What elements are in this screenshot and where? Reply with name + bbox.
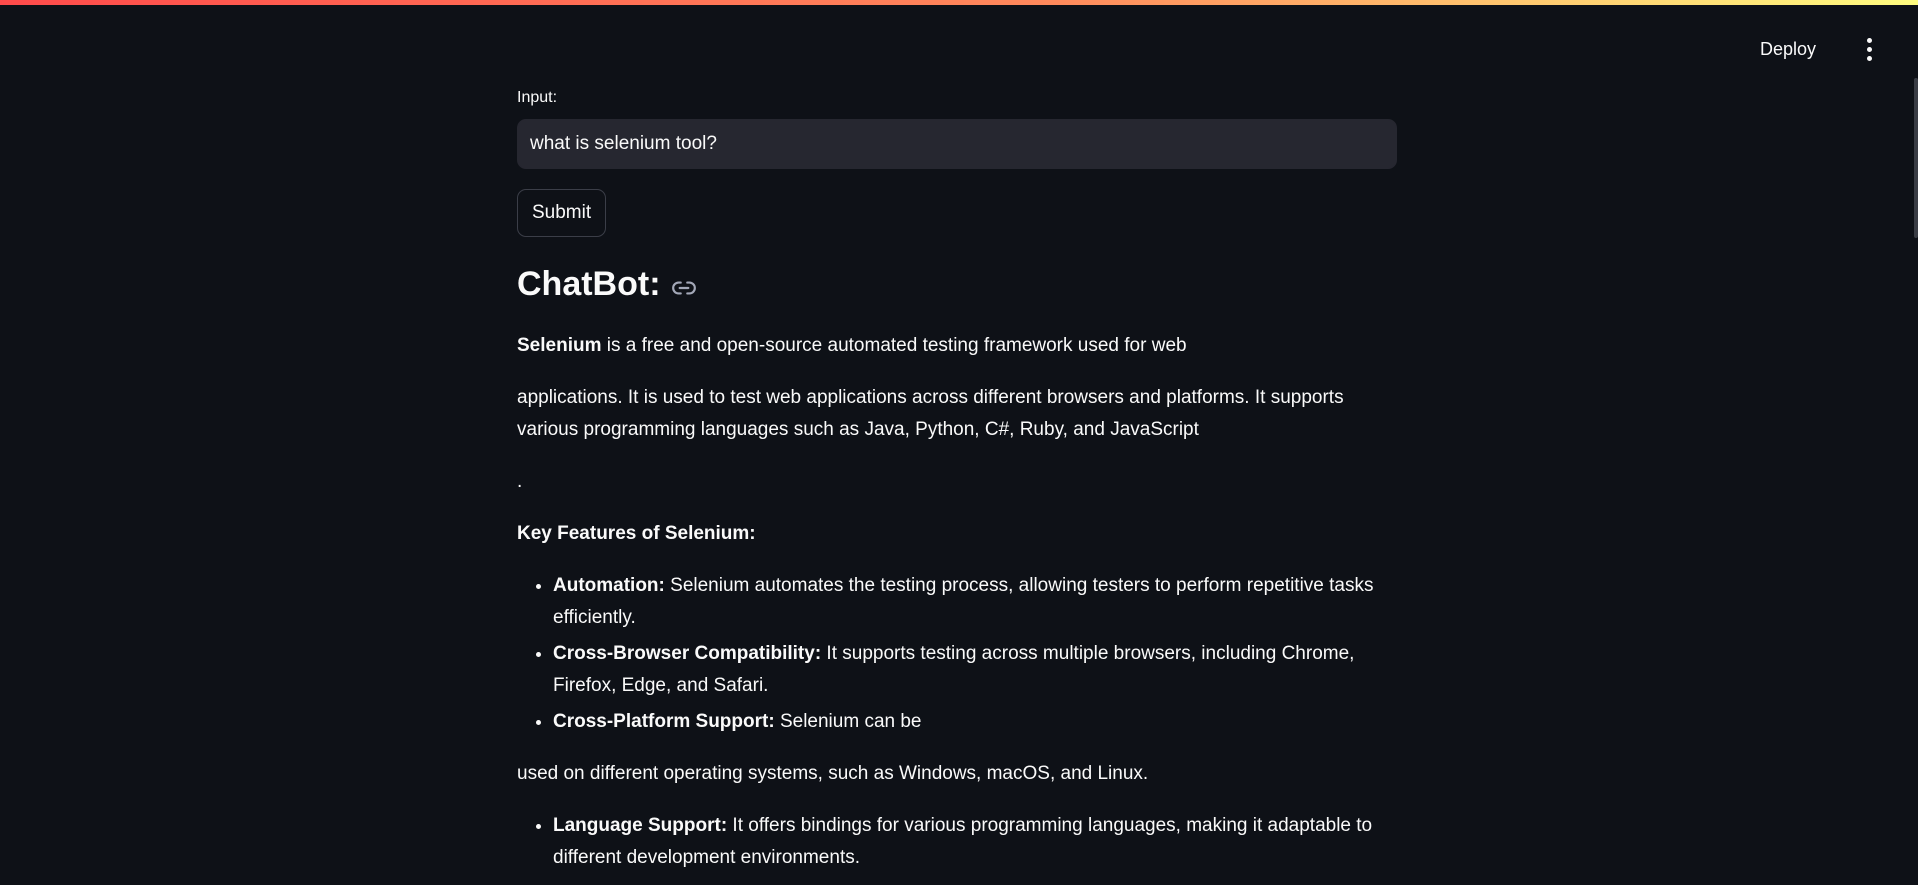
deploy-button[interactable]: Deploy: [1748, 31, 1828, 67]
features-list-continued: Language Support: It offers bindings for…: [517, 810, 1397, 874]
features-list: Automation: Selenium automates the testi…: [517, 570, 1397, 738]
chatbot-heading: ChatBot:: [517, 265, 697, 304]
submit-button[interactable]: Submit: [517, 189, 607, 237]
chatbot-heading-text: ChatBot:: [517, 265, 661, 303]
response-paragraph-period: .: [517, 471, 523, 492]
list-item: Cross-Platform Support: Selenium can be: [553, 706, 1397, 738]
input-label: Input:: [517, 89, 558, 106]
list-item: Cross-Browser Compatibility: It supports…: [553, 638, 1397, 702]
response-intro: Selenium is a free and open-source autom…: [517, 335, 1187, 356]
chatbot-response: Selenium is a free and open-source autom…: [517, 330, 1397, 874]
list-item: Language Support: It offers bindings for…: [553, 810, 1397, 874]
response-paragraph: applications. It is used to test web app…: [517, 387, 1344, 440]
scrollbar-thumb[interactable]: [1914, 78, 1918, 238]
chat-input-field[interactable]: [517, 119, 1397, 169]
features-heading: Key Features of Selenium:: [517, 523, 756, 544]
vertical-ellipsis-icon[interactable]: [1858, 33, 1880, 65]
response-paragraph-continued: used on different operating systems, suc…: [517, 763, 1149, 784]
app-header: Deploy: [0, 5, 1918, 85]
link-icon[interactable]: [671, 275, 697, 301]
list-item: Automation: Selenium automates the testi…: [553, 570, 1397, 634]
